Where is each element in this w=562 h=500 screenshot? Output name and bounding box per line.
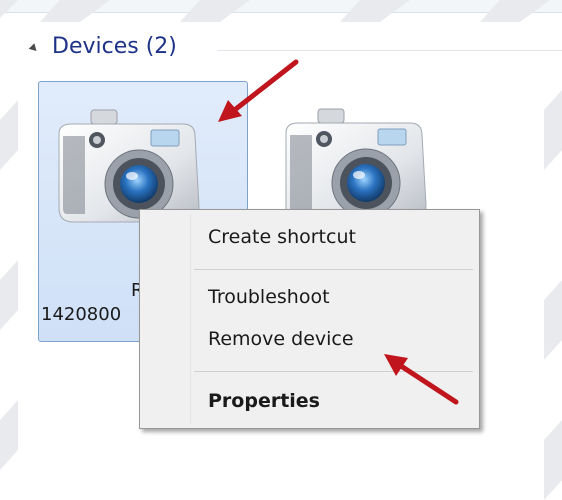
- red-arrow-icon: [384, 354, 459, 405]
